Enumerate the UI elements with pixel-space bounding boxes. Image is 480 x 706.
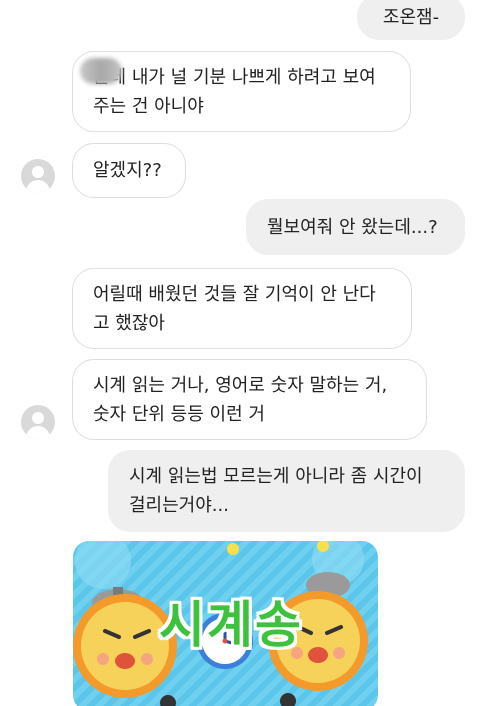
chat-thread: 조온잼- 근데 내가 널 기분 나쁘게 하려고 보여 주는 건 아니야 알겠지?… [0, 0, 480, 706]
message-incoming[interactable]: 알겠지?? [72, 143, 186, 198]
default-avatar-icon [32, 412, 44, 424]
message-outgoing[interactable]: 조온잼- [357, 0, 465, 40]
message-text: 뭘보여줘 안 왔는데...? [267, 216, 438, 238]
sender-avatar[interactable] [21, 159, 55, 193]
message-incoming[interactable]: 시계 읽는 거나, 영어로 숫자 말하는 거, 숫자 단위 등등 이런 거 [72, 359, 427, 440]
message-text: 조온잼- [382, 6, 440, 28]
default-avatar-icon [32, 166, 44, 178]
sticker-title: 시계송 [159, 596, 303, 654]
clock-song-sticker[interactable]: 시계송 [73, 541, 378, 706]
message-text: 시계 읽는 거나, 영어로 숫자 말하는 거, 숫자 단위 등등 이런 거 [93, 374, 388, 425]
message-text: 어릴때 배웠던 것들 잘 기억이 안 난다 고 했잖아 [93, 283, 376, 334]
message-incoming[interactable]: 근데 내가 널 기분 나쁘게 하려고 보여 주는 건 아니야 [72, 51, 411, 132]
message-outgoing[interactable]: 시계 읽는법 모르는게 아니라 좀 시간이 걸리는거야... [108, 450, 465, 532]
message-text: 알겠지?? [93, 160, 162, 181]
message-text: 근데 내가 널 기분 나쁘게 하려고 보여 주는 건 아니야 [93, 66, 376, 117]
sender-avatar[interactable] [21, 405, 55, 439]
message-incoming[interactable]: 어릴때 배웠던 것들 잘 기억이 안 난다 고 했잖아 [72, 268, 412, 349]
redacted-name-blur [80, 58, 122, 84]
message-text: 시계 읽는법 모르는게 아니라 좀 시간이 걸리는거야... [129, 466, 423, 516]
message-outgoing[interactable]: 뭘보여줘 안 왔는데...? [246, 199, 465, 255]
